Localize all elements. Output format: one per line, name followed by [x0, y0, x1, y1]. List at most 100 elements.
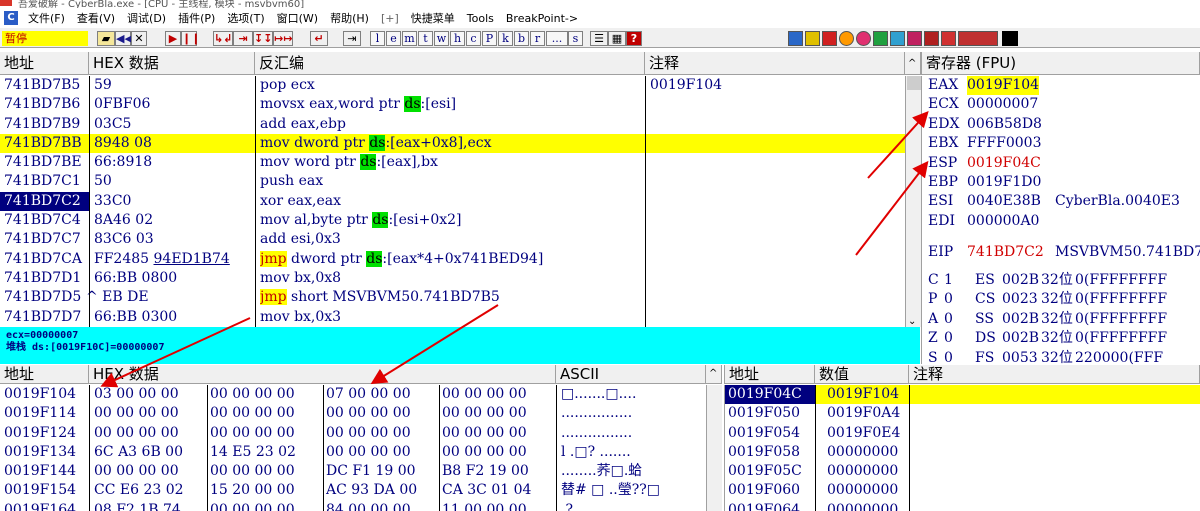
disasm-row[interactable]: 741BD7BB 8948 08 mov dword ptr ds:[eax+0x8… — [0, 133, 905, 154]
stack-pane[interactable]: 0019F04C 0019F104 0019F050 0019F0A4 0019F054… — [724, 385, 1200, 511]
toolbar-button-l[interactable]: l — [370, 31, 385, 46]
plugin-black-icon[interactable] — [1002, 31, 1018, 46]
stack-header-comment[interactable]: 注释 — [909, 365, 1200, 384]
menu-file[interactable]: 文件(F) — [22, 10, 71, 26]
toolbar-button-more[interactable]: ... — [546, 31, 568, 46]
grid-view-icon[interactable]: ▦ — [608, 31, 626, 46]
toolbar-button-h[interactable]: h — [450, 31, 465, 46]
disasm-row[interactable]: 741BD7C2 33C0 xor eax,eax — [0, 191, 905, 212]
disasm-pane[interactable]: 741BD7B5 59 pop ecx 0019F104 741BD7B6 0FBF06 m… — [0, 76, 905, 327]
app-menu-icon[interactable]: C — [4, 11, 18, 25]
menu-plugins[interactable]: 插件(P) — [172, 10, 221, 26]
dump-row[interactable]: 0019F104 03 00 00 00 00 00 00 00 07 00 00 0… — [0, 385, 706, 405]
menu-options[interactable]: 选项(T) — [221, 10, 270, 26]
disasm-row[interactable]: 741BD7D1 66:BB 0800 mov bx,0x8 — [0, 269, 905, 288]
disasm-row[interactable]: 741BD7C1 50 push eax — [0, 172, 905, 191]
disasm-row[interactable]: 741BD7C4 8A46 02 mov al,byte ptr ds:[esi+0… — [0, 211, 905, 230]
dump-scroll-up-icon[interactable]: ^ — [706, 365, 722, 384]
scroll-down-icon[interactable]: ⌄ — [908, 316, 916, 327]
menu-shortcuts[interactable]: 快捷菜单 — [405, 10, 461, 26]
rewind-icon[interactable]: ◀◀ — [115, 31, 133, 46]
stack-header-value[interactable]: 数值 — [815, 365, 909, 384]
dump-row[interactable]: 0019F164 08 F2 1B 74 00 00 00 00 84 00 00 0… — [0, 500, 706, 511]
disasm-header-hex[interactable]: HEX 数据 — [89, 52, 255, 75]
hex-address-link[interactable]: 94ED1B74 — [154, 251, 230, 267]
plugin-blue-icon[interactable] — [788, 31, 803, 46]
stack-row[interactable]: 0019F064 00000000 — [725, 501, 1200, 511]
pause-icon[interactable]: ❙❙ — [181, 31, 200, 46]
list-view-icon[interactable]: ☰ — [590, 31, 608, 46]
disasm-row[interactable]: 741BD7CA FF2485 94ED1B74 jmp dword ptr ds:… — [0, 250, 905, 269]
goto-icon[interactable]: ⇥ — [343, 31, 361, 46]
disasm-header-address[interactable]: 地址 — [0, 52, 89, 75]
stack-row[interactable]: 0019F04C 0019F104 — [725, 385, 1200, 405]
menu-view[interactable]: 查看(V) — [71, 10, 121, 26]
open-file-icon[interactable]: ▰ — [97, 31, 115, 46]
dump-pane[interactable]: 0019F104 03 00 00 00 00 00 00 00 07 00 00 0… — [0, 385, 706, 511]
dump-group-divider — [323, 423, 324, 443]
help-icon[interactable]: ? — [626, 31, 642, 46]
execute-till-return-icon[interactable]: ↵ — [310, 31, 328, 46]
menu-plus[interactable]: [+] — [375, 12, 405, 25]
stack-row[interactable]: 0019F05C 00000000 — [725, 462, 1200, 481]
disasm-row[interactable]: 741BD7B6 0FBF06 movsx eax,word ptr ds:[esi… — [0, 95, 905, 114]
toolbar-button-p[interactable]: P — [482, 31, 497, 46]
dump-row[interactable]: 0019F144 00 00 00 00 00 00 00 00 DC F1 19 0… — [0, 462, 706, 482]
toolbar-button-c[interactable]: c — [466, 31, 481, 46]
run-icon[interactable]: ▶ — [165, 31, 181, 46]
scrollbar-thumb[interactable] — [907, 76, 921, 90]
menu-help[interactable]: 帮助(H) — [324, 10, 375, 26]
toolbar-button-s[interactable]: s — [568, 31, 583, 46]
dump-header-hex[interactable]: HEX 数据 — [89, 365, 556, 384]
disasm-row[interactable]: 741BD7D5 ^ EB DE jmp short MSVBVM50.741BD7… — [0, 288, 905, 307]
menu-breakpoint[interactable]: BreakPoint-> — [500, 12, 584, 25]
stack-row[interactable]: 0019F054 0019F0E4 — [725, 424, 1200, 443]
dump-row[interactable]: 0019F114 00 00 00 00 00 00 00 00 00 00 00 0… — [0, 404, 706, 424]
stack-row[interactable]: 0019F060 00000000 — [725, 481, 1200, 500]
dump-header-ascii[interactable]: ASCII — [556, 365, 706, 384]
disasm-row[interactable]: 741BD7B5 59 pop ecx 0019F104 — [0, 76, 905, 95]
toolbar-button-e[interactable]: e — [386, 31, 401, 46]
toolbar-button-w[interactable]: w — [434, 31, 449, 46]
disasm-header-comment[interactable]: 注释 — [645, 52, 905, 75]
plugin-jie-icon[interactable] — [958, 31, 998, 46]
disasm-row[interactable]: 741BD7B9 03C5 add eax,ebp — [0, 115, 905, 134]
step-into-icon[interactable]: ↳↲ — [213, 31, 233, 46]
dump-row[interactable]: 0019F154 CC E6 23 02 15 20 00 00 AC 93 DA 0… — [0, 481, 706, 501]
plugin-pink-icon[interactable] — [856, 31, 871, 46]
disasm-row[interactable]: 741BD7C7 83C6 03 add esi,0x3 — [0, 230, 905, 249]
scroll-up-icon[interactable]: ^ — [905, 52, 921, 75]
toolbar-button-k[interactable]: k — [498, 31, 513, 46]
disasm-row[interactable]: 741BD7D7 66:BB 0300 mov bx,0x3 — [0, 308, 905, 327]
step-over-icon[interactable]: ⇥ — [233, 31, 253, 46]
plugin-green-icon[interactable] — [873, 31, 888, 46]
plugin-orange-icon[interactable] — [839, 31, 854, 46]
close-icon[interactable]: ✕ — [131, 31, 147, 46]
dump-row[interactable]: 0019F124 00 00 00 00 00 00 00 00 00 00 00 0… — [0, 423, 706, 443]
stack-row[interactable]: 0019F050 0019F0A4 — [725, 404, 1200, 423]
trace-into-icon[interactable]: ↧↧ — [253, 31, 273, 46]
dump-scrollbar[interactable] — [706, 385, 722, 511]
plugin-yellow-icon[interactable] — [805, 31, 820, 46]
menu-window[interactable]: 窗口(W) — [271, 10, 324, 26]
disasm-header-disassembly[interactable]: 反汇编 — [255, 52, 645, 75]
disasm-scrollbar[interactable]: ⌄ — [905, 76, 921, 327]
plugin-cyan-icon[interactable] — [890, 31, 905, 46]
toolbar-button-b[interactable]: b — [514, 31, 529, 46]
plugin-wu-icon[interactable] — [907, 31, 922, 46]
toolbar-button-m[interactable]: m — [402, 31, 417, 46]
dump-row[interactable]: 0019F134 6C A3 6B 00 14 E5 23 02 00 00 00 0… — [0, 442, 706, 463]
toolbar-button-r[interactable]: r — [530, 31, 545, 46]
registers-header[interactable]: 寄存器 (FPU) — [921, 52, 1200, 75]
trace-over-icon[interactable]: ↦↦ — [273, 31, 293, 46]
stack-header-address[interactable]: 地址 — [724, 365, 815, 384]
menu-tools[interactable]: Tools — [461, 12, 500, 25]
plugin-red-icon[interactable] — [822, 31, 837, 46]
disasm-row[interactable]: 741BD7BE 66:8918 mov word ptr ds:[eax],bx — [0, 153, 905, 172]
plugin-ai-icon[interactable] — [924, 31, 939, 46]
toolbar-button-t[interactable]: t — [418, 31, 433, 46]
dump-header-address[interactable]: 地址 — [0, 365, 89, 384]
stack-row[interactable]: 0019F058 00000000 — [725, 443, 1200, 462]
menu-debug[interactable]: 调试(D) — [121, 10, 172, 26]
plugin-po-icon[interactable] — [941, 31, 956, 46]
